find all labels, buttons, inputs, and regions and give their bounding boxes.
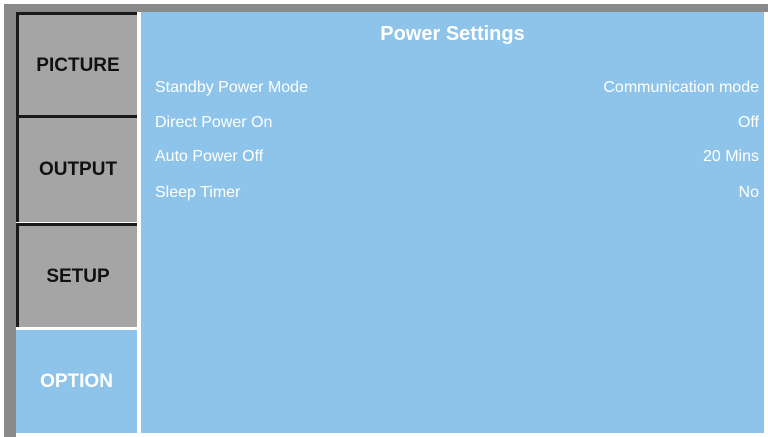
panel-title: Power Settings	[380, 23, 525, 45]
osd-menu-window: PICTURE OUTPUT SETUP OPTION Power Settin…	[0, 0, 768, 437]
setting-row-sleep-timer[interactable]: Sleep Timer No	[155, 181, 759, 205]
tab-setup-label: SETUP	[46, 265, 110, 287]
setting-value: No	[738, 184, 759, 201]
setting-label: Auto Power Off	[155, 148, 264, 165]
setting-row-auto-power-off[interactable]: Auto Power Off 20 Mins	[155, 145, 759, 169]
power-settings-panel: Power Settings Standby Power Mode Commun…	[141, 12, 764, 433]
menu-sidebar: PICTURE OUTPUT SETUP OPTION	[16, 12, 137, 437]
tab-picture[interactable]: PICTURE	[16, 12, 137, 117]
setting-row-standby-power-mode[interactable]: Standby Power Mode Communication mode	[155, 76, 759, 100]
tab-option-label: OPTION	[40, 370, 113, 392]
setting-value: Communication mode	[603, 79, 759, 96]
tab-option[interactable]: OPTION	[16, 330, 137, 433]
tab-picture-label: PICTURE	[36, 55, 120, 76]
top-border	[4, 4, 768, 12]
tab-output-label: OUTPUT	[38, 159, 118, 180]
tab-output[interactable]: OUTPUT	[16, 115, 137, 222]
setting-row-direct-power-on[interactable]: Direct Power On Off	[155, 111, 759, 135]
setting-label: Standby Power Mode	[155, 79, 308, 96]
setting-value: Off	[737, 114, 759, 131]
setting-label: Sleep Timer	[155, 184, 241, 201]
tab-setup[interactable]: SETUP	[16, 223, 137, 327]
left-border	[4, 4, 16, 437]
setting-label: Direct Power On	[155, 114, 273, 131]
setting-value: 20 Mins	[702, 148, 759, 165]
